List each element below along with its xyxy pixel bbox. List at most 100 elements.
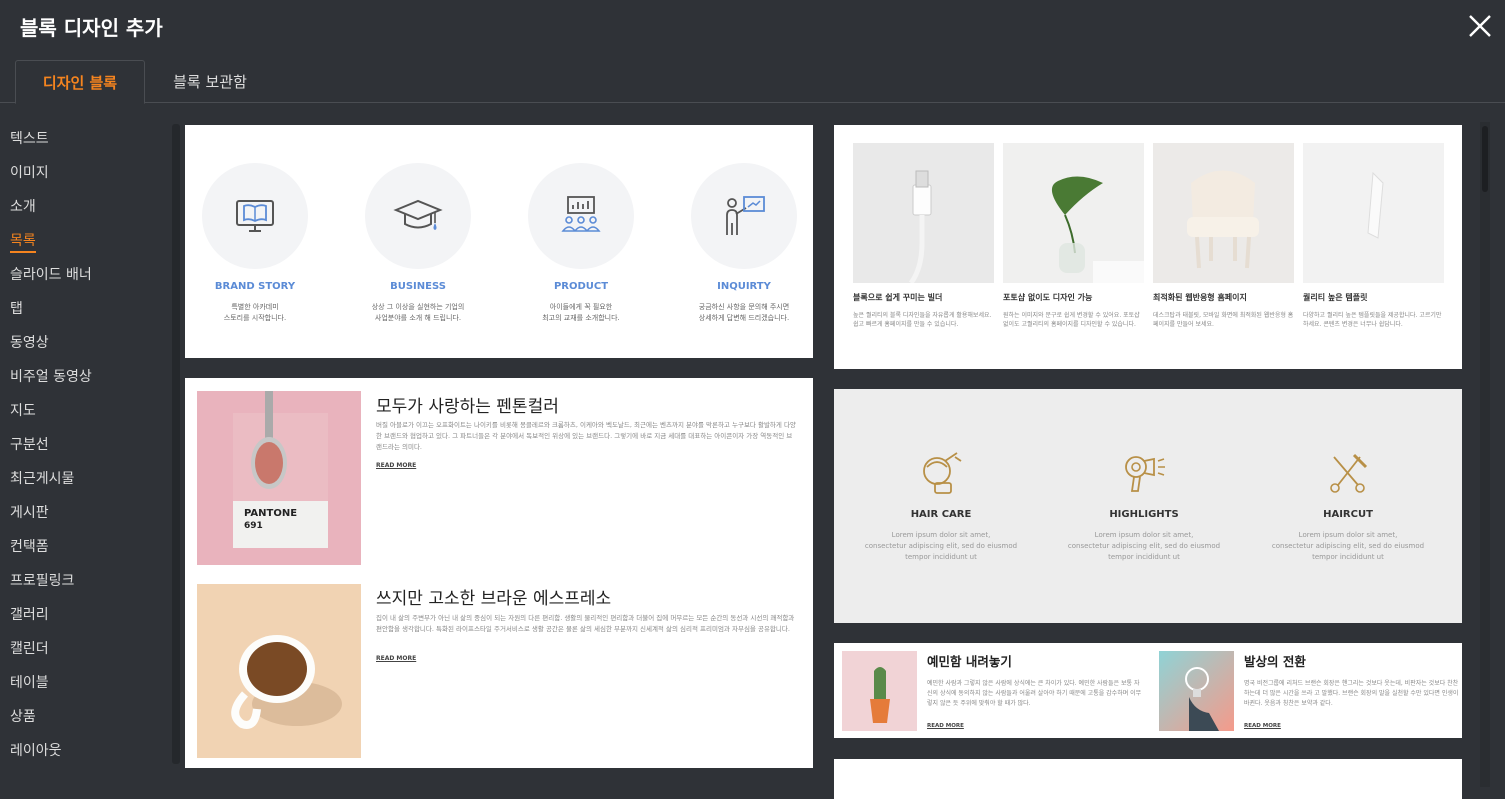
- photo-block-title: 퀄리티 높은 템플릿: [1303, 293, 1368, 302]
- espresso-cup-photo: [197, 584, 361, 758]
- sidebar-item-label: 프로필링크: [10, 573, 75, 589]
- cactus-photo: [842, 651, 917, 731]
- sidebar-item-label: 이미지: [10, 165, 49, 181]
- plant-vase-photo: [1003, 143, 1144, 283]
- sidebar-item-label: 동영상: [10, 335, 49, 351]
- sidebar-item-label: 지도: [10, 403, 36, 419]
- sidebar-item-label: 테이블: [10, 675, 49, 691]
- sidebar-item-product[interactable]: 상품: [0, 700, 170, 734]
- service-column: HIGHLIGHTS Lorem ipsum dolor sit amet, c…: [1054, 449, 1234, 563]
- lightbulb-hand-photo: [1159, 651, 1234, 731]
- tab-bar: 디자인 블록 블록 보관함: [0, 58, 1505, 104]
- service-desc: Lorem ipsum dolor sit amet, consectetur …: [1271, 531, 1425, 561]
- sidebar-item-label: 구분선: [10, 437, 49, 453]
- read-more-link: READ MORE: [376, 462, 417, 469]
- sidebar-item-label: 슬라이드 배너: [10, 267, 92, 283]
- photo-block-title: 포토샵 없이도 디자인 가능: [1003, 293, 1093, 302]
- icon-block-desc: 특별한 아카데미 스토리를 시작합니다.: [223, 303, 287, 322]
- block-template-photo-grid[interactable]: 블록으로 쉽게 꾸미는 빌더 포토샵 없이도 디자인 가능 최적화된 웹반응형 …: [834, 125, 1462, 369]
- sidebar-item-label: 캘린더: [10, 641, 49, 657]
- sidebar-item-label: 레이아웃: [10, 743, 62, 759]
- sidebar-item-table[interactable]: 테이블: [0, 666, 170, 700]
- photo-block-title: 최적화된 웹반응형 홈페이지: [1153, 293, 1247, 302]
- book-monitor-icon: [202, 163, 308, 269]
- usb-cable-photo: [853, 143, 994, 285]
- sidebar-item-label: 텍스트: [10, 131, 49, 147]
- read-more-link: READ MORE: [376, 655, 417, 662]
- sidebar-item-video[interactable]: 동영상: [0, 326, 170, 360]
- block-template-articles[interactable]: PANTONE 691 모두가 사랑하는 펜톤컬러 버질 아블로가 이끄는 오프…: [185, 378, 813, 768]
- tab-block-storage[interactable]: 블록 보관함: [150, 60, 270, 104]
- dialog-header: 블록 디자인 추가: [0, 0, 1505, 52]
- sidebar-item-label: 탭: [10, 301, 23, 317]
- sidebar-item-text[interactable]: 텍스트: [0, 122, 170, 156]
- sidebar-item-visual-video[interactable]: 비주얼 동영상: [0, 360, 170, 394]
- sidebar-item-image[interactable]: 이미지: [0, 156, 170, 190]
- close-icon[interactable]: [1466, 12, 1494, 40]
- sidebar-item-map[interactable]: 지도: [0, 394, 170, 428]
- service-title: HIGHLIGHTS: [1109, 509, 1179, 520]
- sidebar-item-gallery[interactable]: 갤러리: [0, 598, 170, 632]
- category-sidebar: 텍스트 이미지 소개 목록 슬라이드 배너 탭 동영상 비주얼 동영상 지도 구…: [0, 122, 170, 768]
- sidebar-item-tab[interactable]: 탭: [0, 292, 170, 326]
- photo-block-desc: 다양하고 퀄리티 높은 템플릿들을 제공합니다. 고르기만 하세요. 콘텐츠 변…: [1303, 312, 1442, 328]
- tab-design-blocks[interactable]: 디자인 블록: [15, 60, 145, 104]
- icon-block-desc: 아이들에게 꼭 필요한 최고의 교재를 소개합니다.: [542, 303, 620, 322]
- sidebar-item-layout[interactable]: 레이아웃: [0, 734, 170, 768]
- sidebar-item-divider[interactable]: 구분선: [0, 428, 170, 462]
- sidebar-item-slide-banner[interactable]: 슬라이드 배너: [0, 258, 170, 292]
- service-column: HAIRCUT Lorem ipsum dolor sit amet, cons…: [1258, 449, 1438, 563]
- block-template-partial[interactable]: [834, 759, 1462, 799]
- scrollbar-thumb[interactable]: [1482, 126, 1488, 192]
- sidebar-item-profile-link[interactable]: 프로필링크: [0, 564, 170, 598]
- sidebar-item-recent-posts[interactable]: 최근게시물: [0, 462, 170, 496]
- sidebar-item-label: 목록: [10, 233, 36, 253]
- pantone-label: PANTONE: [244, 508, 298, 519]
- sidebar-item-board[interactable]: 게시판: [0, 496, 170, 530]
- article-title: 쓰지만 고소한 브라운 에스프레소: [376, 589, 612, 609]
- sidebar-item-label: 갤러리: [10, 607, 49, 623]
- side-article-title: 예민함 내려놓기: [927, 654, 1012, 669]
- service-desc: Lorem ipsum dolor sit amet, consectetur …: [1067, 531, 1221, 561]
- scissors-comb-icon: [1330, 453, 1368, 493]
- read-more-link: READ MORE: [927, 723, 964, 729]
- sidebar-item-list[interactable]: 목록: [0, 224, 170, 258]
- side-article-desc: 예민한 사람과 그렇지 않은 사람에 상식에는 큰 차이가 있다. 예민한 사람…: [927, 680, 1142, 707]
- service-title: HAIRCUT: [1323, 509, 1373, 520]
- article-desc: 버질 아블로가 이끄는 오프화이트는 나이키를 비롯해 몽클레르와 크롬하츠, …: [376, 421, 796, 451]
- photo-block-desc: 데스크탑과 태블릿, 모바일 화면에 최적화된 웹반응형 홈페이지를 만들어 보…: [1153, 312, 1294, 328]
- pantone-spoon-photo: PANTONE 691: [197, 391, 361, 565]
- photo-block-title: 블록으로 쉽게 꾸미는 빌더: [853, 293, 943, 302]
- wall-plug-photo: [1303, 143, 1444, 283]
- content-scrollbar[interactable]: [1480, 122, 1490, 787]
- read-more-link: READ MORE: [1244, 723, 1281, 729]
- sidebar-item-label: 게시판: [10, 505, 49, 521]
- icon-block-title: BRAND STORY: [214, 281, 296, 292]
- icon-block-title: INQUIRTY: [717, 281, 771, 292]
- icon-column: PRODUCT 아이들에게 꼭 필요한 최고의 교재를 소개합니다.: [526, 163, 636, 324]
- sidebar-scrollbar[interactable]: [172, 124, 180, 764]
- icon-column: BRAND STORY 특별한 아카데미 스토리를 시작합니다.: [200, 163, 310, 324]
- icon-column: BUSINESS 상상 그 이상을 실현하는 기업의 사업분야를 소개 해 드립…: [363, 163, 473, 324]
- sidebar-item-calendar[interactable]: 캘린더: [0, 632, 170, 666]
- photo-block-desc: 높은 퀄리티의 블록 디자인들을 자유롭게 활용해보세요. 쉽고 빠르게 홈페이…: [853, 312, 992, 328]
- armchair-photo: [1153, 143, 1294, 283]
- icon-column: INQUIRTY 궁금하신 사항을 문의해 주시면 상세하게 답변해 드리겠습니…: [689, 163, 799, 324]
- service-desc: Lorem ipsum dolor sit amet, consectetur …: [864, 531, 1018, 561]
- side-article-desc: 명국 비전그룹에 리처드 브랜슨 회장은 핸그리는 것보다 웃는데, 비판자는 …: [1244, 680, 1459, 707]
- icon-block-title: PRODUCT: [553, 281, 609, 292]
- icon-block-desc: 상상 그 이상을 실현하는 기업의 사업분야를 소개 해 드립니다.: [371, 303, 465, 322]
- article-desc: 집이 내 삶의 주변부가 아닌 내 삶의 중심이 되는 자원의 다른 편리함. …: [376, 614, 795, 633]
- graduation-cap-icon: [365, 163, 471, 269]
- sidebar-item-intro[interactable]: 소개: [0, 190, 170, 224]
- sidebar-item-contact-form[interactable]: 컨택폼: [0, 530, 170, 564]
- presenter-board-icon: [691, 163, 797, 269]
- block-template-hair-services[interactable]: HAIR CARE Lorem ipsum dolor sit amet, co…: [834, 389, 1462, 623]
- block-template-side-articles[interactable]: 예민함 내려놓기 예민한 사람과 그렇지 않은 사람에 상식에는 큰 차이가 있…: [834, 643, 1462, 738]
- block-template-icons[interactable]: BRAND STORY 특별한 아카데미 스토리를 시작합니다. BUSINES…: [185, 125, 813, 358]
- icon-block-desc: 궁금하신 사항을 문의해 주시면 상세하게 답변해 드리겠습니다.: [698, 303, 790, 322]
- service-column: HAIR CARE Lorem ipsum dolor sit amet, co…: [851, 449, 1031, 563]
- side-article-title: 발상의 전환: [1244, 654, 1306, 669]
- photo-block-desc: 원하는 이미지와 문구로 쉽게 변경할 수 있어요. 포토샵 없이도 고퀄리티의…: [1003, 312, 1140, 328]
- sidebar-item-label: 컨택폼: [10, 539, 49, 555]
